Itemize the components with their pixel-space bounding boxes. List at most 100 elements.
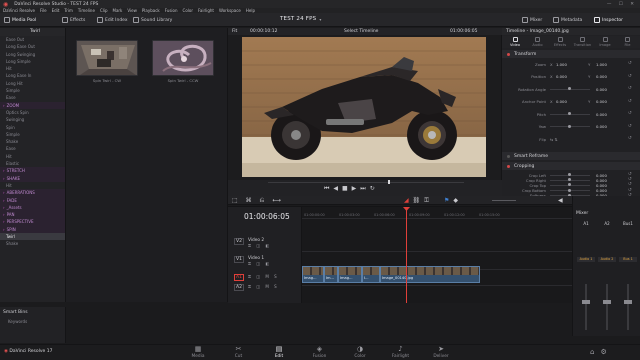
playhead-line[interactable]	[406, 207, 407, 303]
home-icon[interactable]: ⌂	[590, 348, 600, 356]
fader-track[interactable]	[606, 284, 608, 330]
chevron-right-icon[interactable]: ›	[3, 176, 5, 181]
snap-icon[interactable]: ◢	[404, 197, 413, 204]
param-value-field[interactable]: 0.000	[596, 87, 607, 92]
transport-controls[interactable]: ⏮◀■▶⏭↻	[324, 185, 379, 193]
y-value-field[interactable]: 1.000	[596, 62, 607, 67]
bin-folder[interactable]: › ABERRATIONS	[0, 189, 65, 197]
gear-icon[interactable]: ⚙	[600, 348, 612, 356]
y-value-field[interactable]: 0.000	[596, 99, 607, 104]
timeline-clip[interactable]: Imag...	[338, 266, 362, 283]
timeline-select[interactable]: Select Timeline	[344, 29, 378, 34]
fader-knob[interactable]	[624, 300, 632, 304]
scrubber-track[interactable]	[268, 182, 464, 183]
track-id[interactable]: V2	[234, 238, 244, 245]
bin-item[interactable]: Spin	[0, 124, 65, 131]
reset-icon[interactable]: ↺	[628, 136, 632, 141]
cropping-section-header[interactable]: Cropping	[502, 162, 640, 170]
metadata-button[interactable]: Metadata	[553, 15, 582, 25]
zoom-slider[interactable]	[492, 200, 516, 201]
media-pool-button[interactable]: Media Pool	[4, 15, 36, 25]
tab-effects[interactable]: Effects	[549, 37, 571, 47]
bin-item[interactable]: Twirl	[0, 233, 65, 241]
reset-icon[interactable]: ↺	[628, 111, 632, 116]
bin-item[interactable]: Shake	[0, 240, 65, 247]
param-value-field[interactable]: 0.000	[596, 124, 607, 129]
speaker-icon[interactable]: ◀	[558, 197, 563, 204]
chevron-right-icon[interactable]: ›	[3, 227, 5, 232]
snapping-tools[interactable]: ◢⛓⚿	[404, 197, 433, 205]
bin-item[interactable]: Long Hit	[0, 80, 65, 87]
reset-icon[interactable]: ↺	[628, 61, 632, 66]
chevron-right-icon[interactable]: ›	[3, 103, 5, 108]
bin-folder[interactable]: › FADE	[0, 196, 65, 204]
bin-folder[interactable]: › PERSPECTIVE	[0, 218, 65, 226]
bin-item[interactable]: Simple	[0, 87, 65, 94]
bin-item[interactable]: Hit	[0, 153, 65, 160]
chevron-right-icon[interactable]: ›	[3, 168, 5, 173]
tab-transition[interactable]: Transition	[572, 37, 594, 47]
bin-item[interactable]: Ease	[0, 145, 65, 152]
bin-item[interactable]: Ease Out	[0, 36, 65, 43]
bin-item[interactable]: Hit	[0, 65, 65, 72]
timeline-clip[interactable]: Imag...	[302, 266, 324, 283]
bin-item[interactable]: Elastic	[0, 160, 65, 167]
mixer-input-select[interactable]: Audio 2	[598, 257, 616, 262]
page-tab-fairlight[interactable]: ♪ Fairlight	[381, 346, 421, 360]
scrubber-head[interactable]	[388, 180, 390, 184]
param-value-field[interactable]: 0.000	[596, 112, 607, 117]
bin-item[interactable]: Simple	[0, 131, 65, 138]
bin-folder[interactable]: › PAN	[0, 211, 65, 219]
bin-folder[interactable]: › SHAKE	[0, 174, 65, 182]
x-value-field[interactable]: 0.000	[556, 74, 567, 79]
page-tab-deliver[interactable]: ➤ Deliver	[421, 346, 461, 360]
reset-icon[interactable]: ↺	[628, 124, 632, 129]
bin-item[interactable]: Long Swinging	[0, 51, 65, 58]
page-tab-fusion[interactable]: ◈ Fusion	[300, 346, 340, 360]
reset-icon[interactable]: ↺	[628, 99, 632, 104]
track-id[interactable]: V1	[234, 256, 244, 263]
chevron-right-icon[interactable]: ›	[3, 190, 5, 195]
flip-toggle-icons[interactable]: ⇆ ⇅	[550, 137, 558, 142]
bin-item[interactable]: Swinging	[0, 116, 65, 123]
bin-item[interactable]: Long Simple	[0, 58, 65, 65]
tab-audio[interactable]: Audio	[527, 37, 549, 47]
chevron-right-icon[interactable]: ›	[3, 198, 5, 203]
keywords-item[interactable]: Keywords	[0, 318, 65, 325]
mixer-button[interactable]: Mixer	[522, 15, 542, 25]
timeline-ruler[interactable]: 01:00:00:00 01:00:03:00 01:00:06:00 01:00:0…	[302, 207, 572, 219]
timeline-clip[interactable]: I...	[362, 266, 380, 283]
fader-track[interactable]	[585, 284, 587, 330]
slider-knob[interactable]	[568, 124, 571, 128]
chevron-right-icon[interactable]: ›	[3, 219, 5, 224]
section-enable-icon[interactable]	[507, 154, 510, 158]
mixer-input-select[interactable]: Bus 1	[619, 257, 637, 262]
window-controls[interactable]: — ☐ ✕	[607, 2, 637, 7]
track-id[interactable]: A1	[234, 274, 244, 281]
bin-item[interactable]: Ease	[0, 94, 65, 101]
y-value-field[interactable]: 0.000	[596, 74, 607, 79]
track-controls[interactable]: ⚿ ◫ M S	[248, 284, 279, 289]
video-frame[interactable]	[242, 37, 486, 177]
timeline-clip[interactable]: Im...	[324, 266, 338, 283]
track-controls[interactable]: ⚿ ◫ ◧	[248, 261, 271, 266]
marker-icon[interactable]: ◆	[453, 197, 462, 204]
tab-file[interactable]: File	[617, 37, 639, 47]
edit-index-button[interactable]: Edit Index	[97, 15, 128, 25]
fader-knob[interactable]	[582, 300, 590, 304]
reset-icon[interactable]: ↺	[628, 74, 632, 79]
effects-button[interactable]: Effects	[62, 15, 85, 25]
lock-icon[interactable]: ⚿	[424, 197, 433, 204]
slider-knob[interactable]	[568, 112, 571, 115]
link-icon[interactable]: ⛓	[413, 197, 425, 204]
flag-tools[interactable]: ⚑◆	[444, 197, 462, 204]
track-controls[interactable]: ⚿ ◫ ◧	[248, 243, 271, 248]
page-tab-edit[interactable]: ▤ Edit	[259, 346, 299, 360]
bin-item[interactable]: Hit	[0, 182, 65, 189]
inspector-button[interactable]: Inspector	[594, 15, 623, 25]
x-value-field[interactable]: 0.000	[556, 99, 567, 104]
x-value-field[interactable]: 1.000	[556, 62, 567, 67]
clip-thumbnail[interactable]	[76, 40, 138, 76]
page-tab-media[interactable]: ▦ Media	[178, 346, 218, 360]
bin-item[interactable]: Optics Spin	[0, 109, 65, 116]
